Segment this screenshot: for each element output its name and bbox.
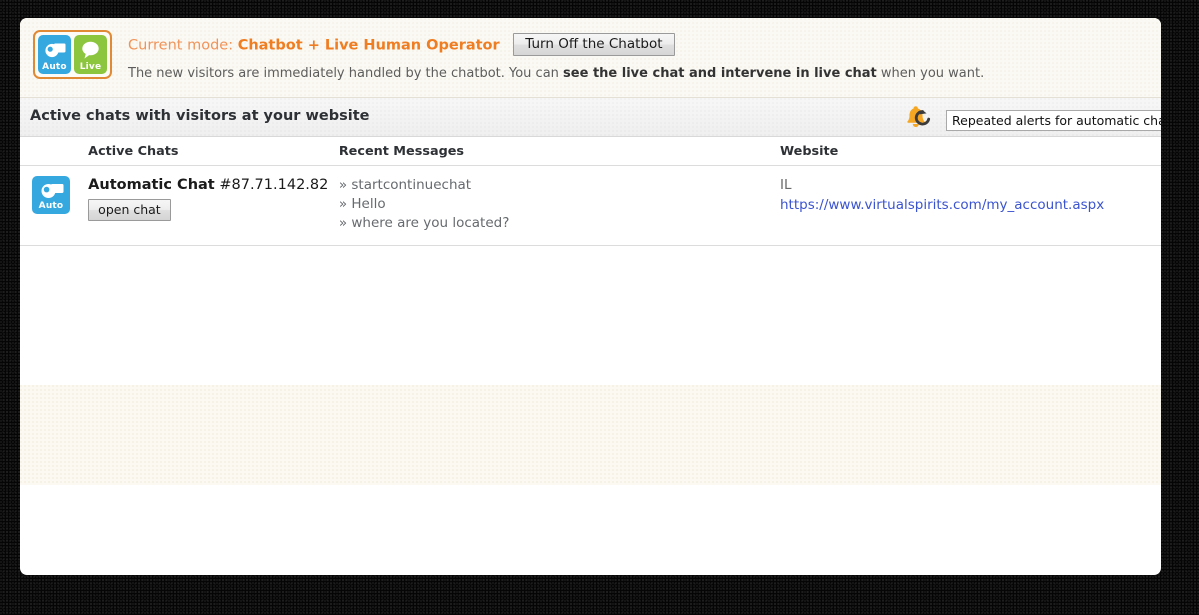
column-header-chats: Active Chats [88,137,339,166]
chat-info-cell: Automatic Chat #87.71.142.82 open chat [88,166,339,246]
mode-text-block: Current mode: Chatbot + Live Human Opera… [128,34,1141,82]
row-badge-cell: Auto [20,166,88,246]
robot-head-icon [32,180,70,200]
website-cell: IL https://www.virtualspirits.com/my_acc… [780,166,1161,246]
chat-visitor-ip: #87.71.142.82 [219,177,328,193]
auto-mode-badge: Auto [38,35,71,74]
mode-badge-group: Auto Live [33,30,112,79]
auto-chat-badge: Auto [32,176,70,214]
mode-panel: Auto Live Current mode: Chatbot + Live H… [20,18,1161,98]
message-line: » Hello [339,195,780,214]
message-line: » where are you located? [339,214,780,233]
message-line: » startcontinuechat [339,176,780,195]
bell-refresh-icon[interactable] [900,102,936,134]
visitor-country: IL [780,176,1161,194]
mode-description-part1: The new visitors are immediately handled… [128,66,563,81]
chat-title: Automatic Chat [88,177,215,193]
active-chats-table: Active Chats Recent Messages Website [20,137,1161,246]
window-frame: Auto Live Current mode: Chatbot + Live H… [0,0,1199,615]
alerts-mode-select-value: Repeated alerts for automatic chats [952,113,1161,128]
page-viewport: Auto Live Current mode: Chatbot + Live H… [20,18,1161,575]
column-header-website: Website [780,137,1161,166]
alerts-mode-select[interactable]: ▼ Repeated alerts for automatic chats [946,110,1161,131]
live-mode-badge: Live [74,35,107,74]
column-header-messages: Recent Messages [339,137,780,166]
recent-messages-cell: » startcontinuechat » Hello » where are … [339,166,780,246]
mode-description-part2: when you want. [877,66,984,81]
visitor-page-url[interactable]: https://www.virtualspirits.com/my_accoun… [780,197,1104,213]
page-title: Active chats with visitors at your websi… [30,108,369,124]
current-mode-prefix: Current mode: [128,38,233,54]
current-mode-value: Chatbot + Live Human Operator [238,38,500,54]
turn-off-chatbot-button[interactable]: Turn Off the Chatbot [513,33,674,56]
chat-title-line: Automatic Chat #87.71.142.82 [88,176,339,194]
table-header-row: Active Chats Recent Messages Website [20,137,1161,166]
table-row[interactable]: Auto Automatic Chat #87.71.142.82 open c… [20,166,1161,246]
active-chats-section-bar: Active chats with visitors at your websi… [20,98,1161,137]
speech-bubble-icon [74,39,107,60]
mode-description-emphasis: see the live chat and intervene in live … [563,66,877,81]
auto-badge-label: Auto [42,63,67,72]
robot-head-icon [38,39,71,60]
auto-chat-badge-label: Auto [39,202,64,211]
mode-description: The new visitors are immediately handled… [128,65,1141,82]
open-chat-button[interactable]: open chat [88,199,171,221]
live-badge-label: Live [80,63,102,72]
column-header-icon [20,137,88,166]
current-mode-line: Current mode: Chatbot + Live Human Opera… [128,34,1141,57]
empty-area-band [20,385,1161,485]
